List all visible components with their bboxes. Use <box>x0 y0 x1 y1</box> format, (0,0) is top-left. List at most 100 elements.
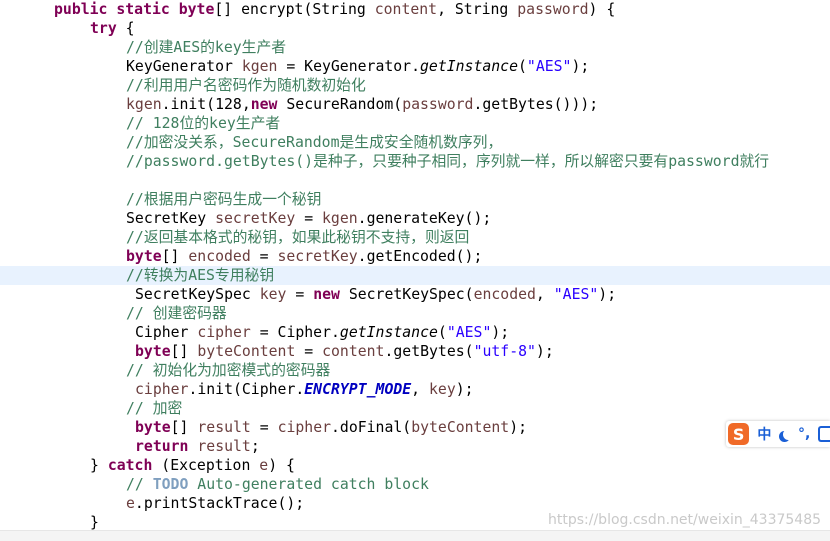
code-line[interactable]: e.printStackTrace(); <box>0 494 830 513</box>
code-line[interactable]: // 128位的key生产者 <box>0 114 830 133</box>
code-text: byte[] result = cipher.doFinal(byteConte… <box>135 418 527 437</box>
code-line[interactable]: byte[] result = cipher.doFinal(byteConte… <box>0 418 830 437</box>
comment-token: TODO <box>153 476 189 493</box>
code-token: .init(Cipher. <box>188 381 305 398</box>
code-token: [] <box>161 248 189 265</box>
var-token: kgen <box>241 58 278 75</box>
code-token: = <box>250 248 278 265</box>
var-token: e <box>126 495 135 512</box>
code-text: SecretKey secretKey = kgen.generateKey()… <box>126 209 491 228</box>
code-line[interactable]: // TODO Auto-generated catch block <box>0 475 830 494</box>
code-line[interactable]: public static byte[] encrypt(String cont… <box>0 0 830 19</box>
ime-toolbar[interactable]: S 中 °, <box>726 421 830 447</box>
code-line[interactable]: // 创建密码器 <box>0 304 830 323</box>
code-text: //根据用户密码生成一个秘钥 <box>126 190 321 209</box>
code-line[interactable]: //password.getBytes()是种子，只要种子相同，序列就一样，所以… <box>0 152 830 171</box>
var-token: cipher <box>197 324 251 341</box>
kw-token: byte <box>135 343 171 360</box>
code-text: try { <box>90 19 135 38</box>
code-line[interactable]: //返回基本格式的秘钥，如果此秘钥不支持，则返回 <box>0 228 830 247</box>
cmt-token: // <box>126 476 153 493</box>
code-line[interactable]: // 加密 <box>0 399 830 418</box>
code-line[interactable]: SecretKey secretKey = kgen.generateKey()… <box>0 209 830 228</box>
var-token: encoded <box>473 286 536 303</box>
code-editor[interactable]: public static byte[] encrypt(String cont… <box>0 0 830 540</box>
watermark: https://blog.csdn.net/weixin_43375485 <box>548 512 822 528</box>
ime-punct-label[interactable]: °, <box>798 426 810 442</box>
code-line[interactable]: SecretKeySpec key = new SecretKeySpec(en… <box>0 285 830 304</box>
code-text: public static byte[] encrypt(String cont… <box>54 0 615 19</box>
code-line[interactable]: return result; <box>0 437 830 456</box>
kw-token: byte <box>126 248 162 265</box>
code-token: (Exception <box>152 457 260 474</box>
bottom-edge <box>0 530 830 541</box>
code-line[interactable]: //根据用户密码生成一个秘钥 <box>0 190 830 209</box>
mth-token: getInstance <box>420 58 518 75</box>
code-token: .generateKey(); <box>357 210 492 227</box>
moon-icon[interactable] <box>783 429 794 440</box>
code-token: , <box>535 286 554 303</box>
code-token: , <box>411 381 429 398</box>
code-text: // 初始化为加密模式的密码器 <box>126 361 330 380</box>
var-token: password <box>517 1 589 18</box>
code-text: KeyGenerator kgen = KeyGenerator.getInst… <box>126 57 589 76</box>
code-line[interactable]: try { <box>0 19 830 38</box>
code-token: ( <box>518 58 527 75</box>
mth-token: getInstance <box>339 324 438 341</box>
cmt-token: // 128位的key生产者 <box>126 115 281 132</box>
code-line[interactable]: // 初始化为加密模式的密码器 <box>0 361 830 380</box>
code-token: [] <box>170 419 198 436</box>
code-line[interactable]: byte[] encoded = secretKey.getEncoded(); <box>0 247 830 266</box>
code-token: SecretKeySpec <box>135 286 260 303</box>
code-token: ) { <box>268 457 295 474</box>
kw-token: try <box>90 20 117 37</box>
code-token: ) { <box>588 1 616 18</box>
code-line[interactable] <box>0 171 830 190</box>
code-text: byte[] byteContent = content.getBytes("u… <box>135 342 554 361</box>
code-text: //利用用户名密码作为随机数初始化 <box>126 76 366 95</box>
code-token: SecretKeySpec( <box>339 286 474 303</box>
code-line[interactable]: //利用用户名密码作为随机数初始化 <box>0 76 830 95</box>
ime-mode-label[interactable]: 中 <box>757 424 771 444</box>
code-text: kgen.init(128,new SecureRandom(password.… <box>126 95 598 114</box>
code-text: //创建AES的key生产者 <box>126 38 286 57</box>
code-line[interactable]: //加密没关系，SecureRandom是生成安全随机数序列， <box>0 133 830 152</box>
kw-token: byte <box>135 419 171 436</box>
code-token: ); <box>491 324 510 341</box>
code-token: = <box>250 419 278 436</box>
var-token: byteContent <box>197 343 296 360</box>
code-line[interactable]: cipher.init(Cipher.ENCRYPT_MODE, key); <box>0 380 830 399</box>
code-line[interactable]: } catch (Exception e) { <box>0 456 830 475</box>
kw-token: return <box>135 438 189 455</box>
code-text: // 128位的key生产者 <box>126 114 280 133</box>
code-line[interactable]: KeyGenerator kgen = KeyGenerator.getInst… <box>0 57 830 76</box>
var-token: result <box>197 438 251 455</box>
code-token: [] encrypt(String <box>214 1 375 18</box>
var-token: content <box>322 343 385 360</box>
code-token: [] <box>170 343 198 360</box>
var-token: e <box>259 457 269 474</box>
code-line[interactable]: //创建AES的key生产者 <box>0 38 830 57</box>
var-token: content <box>374 1 438 18</box>
var-token: password <box>402 96 474 113</box>
cmt-token: //利用用户名密码作为随机数初始化 <box>126 77 366 94</box>
code-line[interactable]: kgen.init(128,new SecureRandom(password.… <box>0 95 830 114</box>
settings-grid-icon[interactable] <box>818 426 830 442</box>
code-line[interactable]: Cipher cipher = Cipher.getInstance("AES"… <box>0 323 830 342</box>
code-token: .getBytes( <box>384 343 474 360</box>
str-token: "AES" <box>553 286 599 303</box>
cmt-token: // 初始化为加密模式的密码器 <box>126 362 331 379</box>
code-token: ); <box>535 343 554 360</box>
code-text: //返回基本格式的秘钥，如果此秘钥不支持，则返回 <box>126 228 469 247</box>
code-token: .doFinal( <box>331 419 412 436</box>
code-line[interactable]: byte[] byteContent = content.getBytes("u… <box>0 342 830 361</box>
cmt-token: // 加密 <box>126 400 183 417</box>
code-line[interactable]: //转换为AES专用秘钥 <box>0 266 830 285</box>
code-token: ; <box>250 438 260 455</box>
var-token: kgen <box>126 96 162 113</box>
cmt-token: //创建AES的key生产者 <box>126 39 287 56</box>
code-token: SecureRandom( <box>277 96 403 113</box>
code-text: return result; <box>135 437 260 456</box>
cmt-token: //password.getBytes()是种子，只要种子相同，序列就一样，所以… <box>126 153 770 170</box>
sogou-logo-icon[interactable]: S <box>728 423 750 445</box>
